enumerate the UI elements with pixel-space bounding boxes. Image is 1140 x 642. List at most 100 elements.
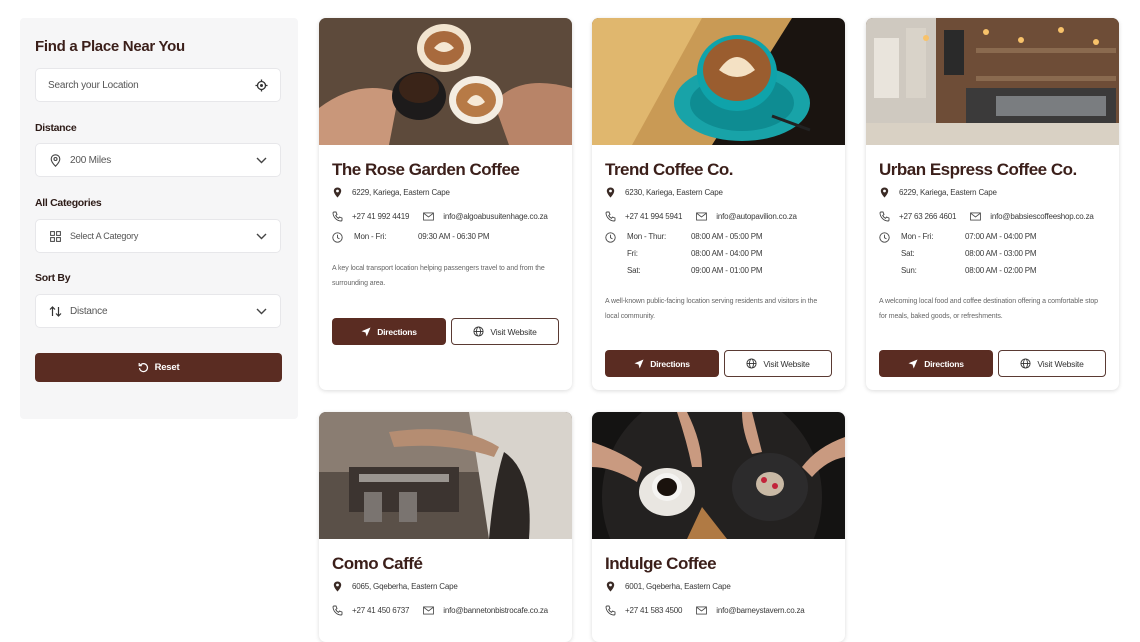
address-text: 6065, Gqeberha, Eastern Cape [352, 582, 458, 591]
hours-icon-row [332, 232, 352, 243]
filter-sidebar: Find a Place Near You Search your Locati… [20, 18, 298, 419]
address-text: 6001, Gqeberha, Eastern Cape [625, 582, 731, 591]
location-search-placeholder: Search your Location [48, 79, 139, 91]
address-row: 6001, Gqeberha, Eastern Cape [605, 581, 731, 592]
navigation-arrow-icon [634, 359, 644, 369]
mail-icon [423, 211, 435, 222]
sort-label: Sort By [35, 272, 71, 284]
location-search-input[interactable]: Search your Location [35, 68, 281, 102]
chevron-down-icon [254, 229, 268, 243]
contact-row: +27 41 994 5941 info@autopavilion.co.za [605, 211, 797, 222]
phone-link[interactable]: +27 41 450 6737 [352, 606, 409, 615]
distance-label: Distance [35, 122, 77, 134]
email-link[interactable]: info@autopavilion.co.za [716, 212, 797, 221]
phone-icon [332, 605, 343, 616]
card-description: A welcoming local food and coffee destin… [879, 298, 1098, 320]
card-title: Como Caffé [332, 554, 423, 573]
reset-icon [138, 362, 149, 373]
reset-label: Reset [154, 362, 180, 373]
email-link[interactable]: info@algoabusuitenhage.co.za [443, 212, 548, 221]
email-link[interactable]: info@bannetonbistrocafe.co.za [443, 606, 548, 615]
visit-website-label: Visit Website [763, 358, 810, 369]
address-row: 6229, Kariega, Eastern Cape [332, 187, 450, 198]
categories-label: All Categories [35, 197, 102, 209]
hours-day: Mon - Fri: [354, 232, 387, 241]
card-photo [592, 18, 845, 145]
directions-button[interactable]: Directions [605, 350, 719, 377]
location-card: Indulge Coffee 6001, Gqeberha, Eastern C… [592, 412, 845, 642]
address-row: 6230, Kariega, Eastern Cape [605, 187, 723, 198]
contact-row: +27 41 450 6737 info@bannetonbistrocafe.… [332, 605, 548, 616]
visit-website-button[interactable]: Visit Website [451, 318, 559, 345]
hours-time: 09:30 AM - 06:30 PM [418, 232, 490, 241]
address-row: 6229, Kariega, Eastern Cape [879, 187, 997, 198]
email-link[interactable]: info@barneystavern.co.za [716, 606, 804, 615]
directions-label: Directions [924, 358, 964, 369]
email-link[interactable]: info@babsiescoffeeshop.co.za [990, 212, 1094, 221]
phone-link[interactable]: +27 41 992 4419 [352, 212, 409, 221]
chevron-down-icon [254, 304, 268, 318]
map-pin-icon [879, 187, 890, 198]
mail-icon [970, 211, 982, 222]
navigation-arrow-icon [361, 327, 371, 337]
card-title: The Rose Garden Coffee [332, 160, 520, 179]
location-card: The Rose Garden Coffee 6229, Kariega, Ea… [319, 18, 572, 390]
hours-icon-row [605, 232, 625, 243]
directions-label: Directions [377, 326, 417, 337]
phone-link[interactable]: +27 63 266 4601 [899, 212, 956, 221]
visit-website-button[interactable]: Visit Website [998, 350, 1106, 377]
category-select[interactable]: Select A Category [35, 219, 281, 253]
hours-day: Mon - Fri: [901, 232, 934, 241]
mail-icon [696, 211, 708, 222]
directions-button[interactable]: Directions [332, 318, 446, 345]
hours-time: 07:00 AM - 04:00 PM [965, 232, 1037, 241]
location-card: Trend Coffee Co. 6230, Kariega, Eastern … [592, 18, 845, 390]
phone-icon [605, 605, 616, 616]
card-title: Urban Espress Coffee Co. [879, 160, 1077, 179]
map-pin-icon [605, 187, 616, 198]
phone-link[interactable]: +27 41 583 4500 [625, 606, 682, 615]
sort-arrows-icon [48, 304, 62, 318]
chevron-down-icon [254, 153, 268, 167]
hours-day: Sun: [901, 266, 917, 275]
sort-select[interactable]: Distance [35, 294, 281, 328]
hours-time: 08:00 AM - 03:00 PM [965, 249, 1037, 258]
address-text: 6229, Kariega, Eastern Cape [352, 188, 450, 197]
address-text: 6229, Kariega, Eastern Cape [899, 188, 997, 197]
location-card: Como Caffé 6065, Gqeberha, Eastern Cape … [319, 412, 572, 642]
hours-day: Sat: [901, 249, 915, 258]
navigation-arrow-icon [908, 359, 918, 369]
map-pin-icon [332, 581, 343, 592]
phone-link[interactable]: +27 41 994 5941 [625, 212, 682, 221]
directions-label: Directions [650, 358, 690, 369]
clock-icon [879, 232, 890, 243]
address-row: 6065, Gqeberha, Eastern Cape [332, 581, 458, 592]
hours-time: 08:00 AM - 05:00 PM [691, 232, 763, 241]
hours-time: 08:00 AM - 02:00 PM [965, 266, 1037, 275]
hours-day: Fri: [627, 249, 638, 258]
hours-icon-row [879, 232, 899, 243]
contact-row: +27 41 992 4419 info@algoabusuitenhage.c… [332, 211, 548, 222]
globe-icon [746, 358, 757, 369]
card-description: A key local transport location helping p… [332, 265, 545, 287]
phone-icon [605, 211, 616, 222]
clock-icon [605, 232, 616, 243]
globe-icon [1020, 358, 1031, 369]
address-text: 6230, Kariega, Eastern Cape [625, 188, 723, 197]
hours-day: Sat: [627, 266, 641, 275]
distance-select[interactable]: 200 Miles [35, 143, 281, 177]
sidebar-title: Find a Place Near You [35, 38, 185, 55]
reset-button[interactable]: Reset [35, 353, 282, 382]
visit-website-button[interactable]: Visit Website [724, 350, 832, 377]
visit-website-label: Visit Website [1037, 358, 1084, 369]
card-photo [319, 18, 572, 145]
mail-icon [696, 605, 708, 616]
crosshair-icon[interactable] [254, 78, 268, 92]
directions-button[interactable]: Directions [879, 350, 993, 377]
card-title: Trend Coffee Co. [605, 160, 734, 179]
card-photo [866, 18, 1119, 145]
grid-icon [48, 229, 62, 243]
sort-value: Distance [70, 305, 108, 317]
map-pin-icon [605, 581, 616, 592]
globe-icon [473, 326, 484, 337]
